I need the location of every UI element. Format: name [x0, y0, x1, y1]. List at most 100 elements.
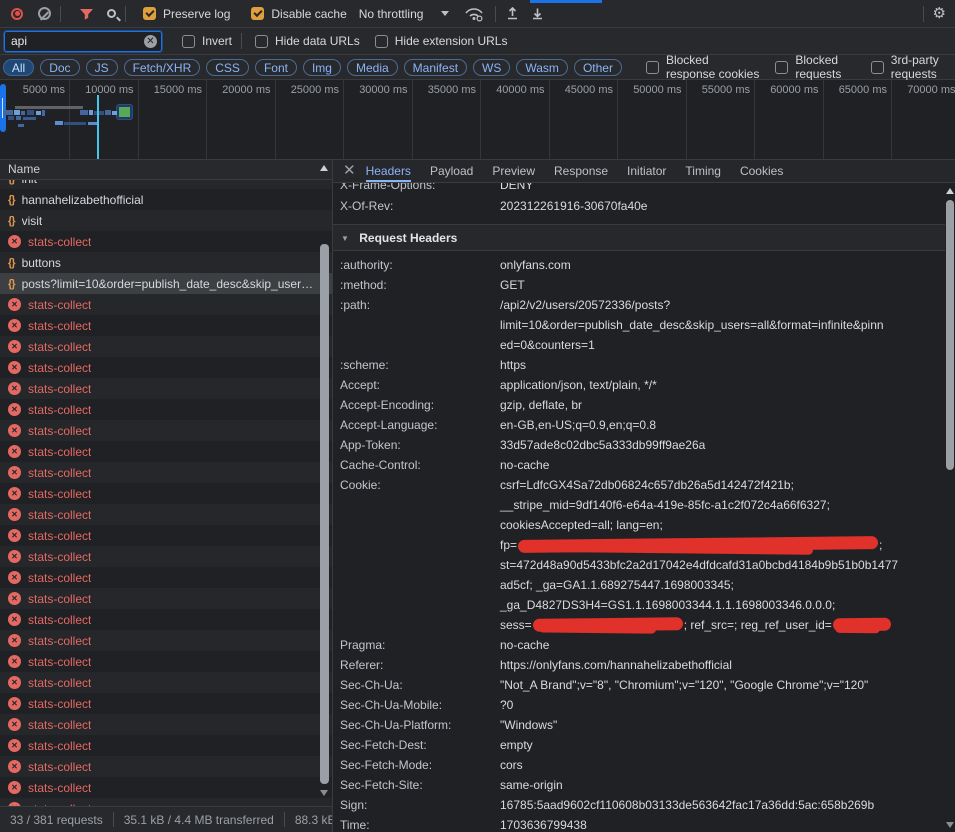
- request-row[interactable]: ✕stats-collect: [0, 630, 332, 651]
- scrollbar-thumb[interactable]: [946, 200, 954, 470]
- request-name: stats-collect: [28, 655, 91, 669]
- scroll-up-icon[interactable]: [946, 188, 954, 194]
- request-row[interactable]: ✕stats-collect: [0, 315, 332, 336]
- filter-input[interactable]: [4, 31, 162, 52]
- request-row[interactable]: ✕stats-collect: [0, 567, 332, 588]
- request-header-row: Sec-Ch-Ua-Mobile:?0: [333, 695, 945, 715]
- filter-funnel-icon[interactable]: [79, 7, 94, 21]
- settings-gear-icon[interactable]: ⚙: [933, 6, 946, 21]
- name-column-header[interactable]: Name: [0, 160, 332, 180]
- request-row[interactable]: ✕stats-collect: [0, 462, 332, 483]
- request-row[interactable]: ✕stats-collect: [0, 714, 332, 735]
- request-row[interactable]: ✕stats-collect: [0, 756, 332, 777]
- type-pill-other[interactable]: Other: [574, 59, 622, 76]
- request-row[interactable]: ✕stats-collect: [0, 420, 332, 441]
- request-row[interactable]: {}visit: [0, 210, 332, 231]
- tab-response[interactable]: Response: [554, 160, 608, 182]
- toolbar-divider: [125, 6, 126, 22]
- request-row[interactable]: ✕stats-collect: [0, 231, 332, 252]
- request-row[interactable]: {}init: [0, 180, 332, 189]
- request-name: stats-collect: [28, 298, 91, 312]
- type-pill-img[interactable]: Img: [303, 59, 341, 76]
- request-row[interactable]: ✕stats-collect: [0, 735, 332, 756]
- scroll-down-icon[interactable]: [320, 790, 328, 796]
- error-icon: ✕: [8, 718, 21, 731]
- type-pill-doc[interactable]: Doc: [40, 59, 79, 76]
- request-row[interactable]: ✕stats-collect: [0, 777, 332, 798]
- error-icon: ✕: [8, 340, 21, 353]
- chevron-down-icon[interactable]: [441, 11, 449, 16]
- request-row[interactable]: {}posts?limit=10&order=publish_date_desc…: [0, 273, 332, 294]
- export-har-icon[interactable]: [530, 6, 545, 21]
- error-icon: ✕: [8, 760, 21, 773]
- redaction-scribble: [518, 536, 878, 553]
- request-list-scrollbar[interactable]: [318, 160, 331, 806]
- request-row[interactable]: ✕stats-collect: [0, 588, 332, 609]
- blocked-requests-label: Blocked requests: [795, 53, 855, 81]
- clear-filter-icon[interactable]: ✕: [144, 35, 157, 48]
- header-value-line: GET: [500, 275, 945, 295]
- request-row[interactable]: ✕stats-collect: [0, 798, 332, 806]
- request-headers-section-header[interactable]: ▼ Request Headers: [333, 225, 945, 251]
- clear-icon[interactable]: [38, 7, 51, 20]
- request-row[interactable]: ✕stats-collect: [0, 294, 332, 315]
- type-pill-js[interactable]: JS: [86, 59, 118, 76]
- type-pill-manifest[interactable]: Manifest: [404, 59, 467, 76]
- tab-initiator[interactable]: Initiator: [627, 160, 666, 182]
- request-row[interactable]: ✕stats-collect: [0, 441, 332, 462]
- request-row[interactable]: ✕stats-collect: [0, 378, 332, 399]
- error-icon: ✕: [8, 403, 21, 416]
- blocked-response-cookies-checkbox[interactable]: Blocked response cookies: [646, 53, 760, 81]
- request-row[interactable]: {}hannahelizabethofficial: [0, 189, 332, 210]
- type-pill-ws[interactable]: WS: [473, 59, 510, 76]
- type-pill-media[interactable]: Media: [347, 59, 398, 76]
- type-pill-fetchxhr[interactable]: Fetch/XHR: [124, 59, 201, 76]
- json-braces-icon: {}: [8, 215, 15, 227]
- close-icon[interactable]: ✕: [333, 160, 366, 182]
- header-value: ?0: [500, 695, 945, 715]
- request-row[interactable]: ✕stats-collect: [0, 483, 332, 504]
- hide-extension-urls-checkbox[interactable]: Hide extension URLs: [375, 34, 508, 48]
- search-icon[interactable]: [107, 9, 116, 18]
- record-icon[interactable]: [11, 8, 23, 20]
- disclosure-triangle-icon[interactable]: ▼: [341, 234, 349, 243]
- request-row[interactable]: ✕stats-collect: [0, 336, 332, 357]
- request-row[interactable]: ✕stats-collect: [0, 672, 332, 693]
- request-row[interactable]: ✕stats-collect: [0, 609, 332, 630]
- tab-payload[interactable]: Payload: [430, 160, 473, 182]
- hide-data-urls-checkbox[interactable]: Hide data URLs: [255, 34, 360, 48]
- request-row[interactable]: ✕stats-collect: [0, 651, 332, 672]
- preserve-log-checkbox[interactable]: Preserve log: [143, 7, 230, 21]
- request-row[interactable]: ✕stats-collect: [0, 546, 332, 567]
- request-row[interactable]: ✕stats-collect: [0, 504, 332, 525]
- request-row[interactable]: ✕stats-collect: [0, 399, 332, 420]
- import-har-icon[interactable]: [505, 6, 520, 21]
- type-pill-all[interactable]: All: [3, 59, 34, 76]
- type-pill-wasm[interactable]: Wasm: [516, 59, 568, 76]
- detail-tab-bar: ✕ Headers Payload Preview Response Initiator…: [333, 160, 955, 183]
- tab-headers[interactable]: Headers: [366, 160, 411, 182]
- scroll-up-icon[interactable]: [320, 165, 328, 171]
- tab-preview[interactable]: Preview: [492, 160, 535, 182]
- detail-scrollbar[interactable]: [945, 186, 955, 832]
- tab-timing[interactable]: Timing: [685, 160, 721, 182]
- type-pill-font[interactable]: Font: [255, 59, 297, 76]
- request-row[interactable]: ✕stats-collect: [0, 357, 332, 378]
- blocked-requests-checkbox[interactable]: Blocked requests: [775, 53, 855, 81]
- request-row[interactable]: {}buttons: [0, 252, 332, 273]
- scrollbar-thumb[interactable]: [320, 244, 329, 784]
- network-conditions-icon[interactable]: [464, 6, 486, 22]
- header-text: "Windows": [500, 718, 557, 732]
- timeline-overview[interactable]: 5000 ms10000 ms15000 ms20000 ms25000 ms3…: [0, 80, 955, 160]
- tab-cookies[interactable]: Cookies: [740, 160, 783, 182]
- throttling-select[interactable]: No throttling: [359, 7, 424, 21]
- type-pill-css[interactable]: CSS: [206, 59, 249, 76]
- third-party-requests-checkbox[interactable]: 3rd-party requests: [871, 53, 955, 81]
- error-icon: ✕: [8, 676, 21, 689]
- request-headers-list: :authority:onlyfans.com:method:GET:path:…: [333, 255, 945, 832]
- invert-checkbox[interactable]: Invert: [182, 34, 232, 48]
- disable-cache-checkbox[interactable]: Disable cache: [251, 7, 346, 21]
- request-row[interactable]: ✕stats-collect: [0, 525, 332, 546]
- scroll-down-icon[interactable]: [946, 822, 954, 828]
- request-row[interactable]: ✕stats-collect: [0, 693, 332, 714]
